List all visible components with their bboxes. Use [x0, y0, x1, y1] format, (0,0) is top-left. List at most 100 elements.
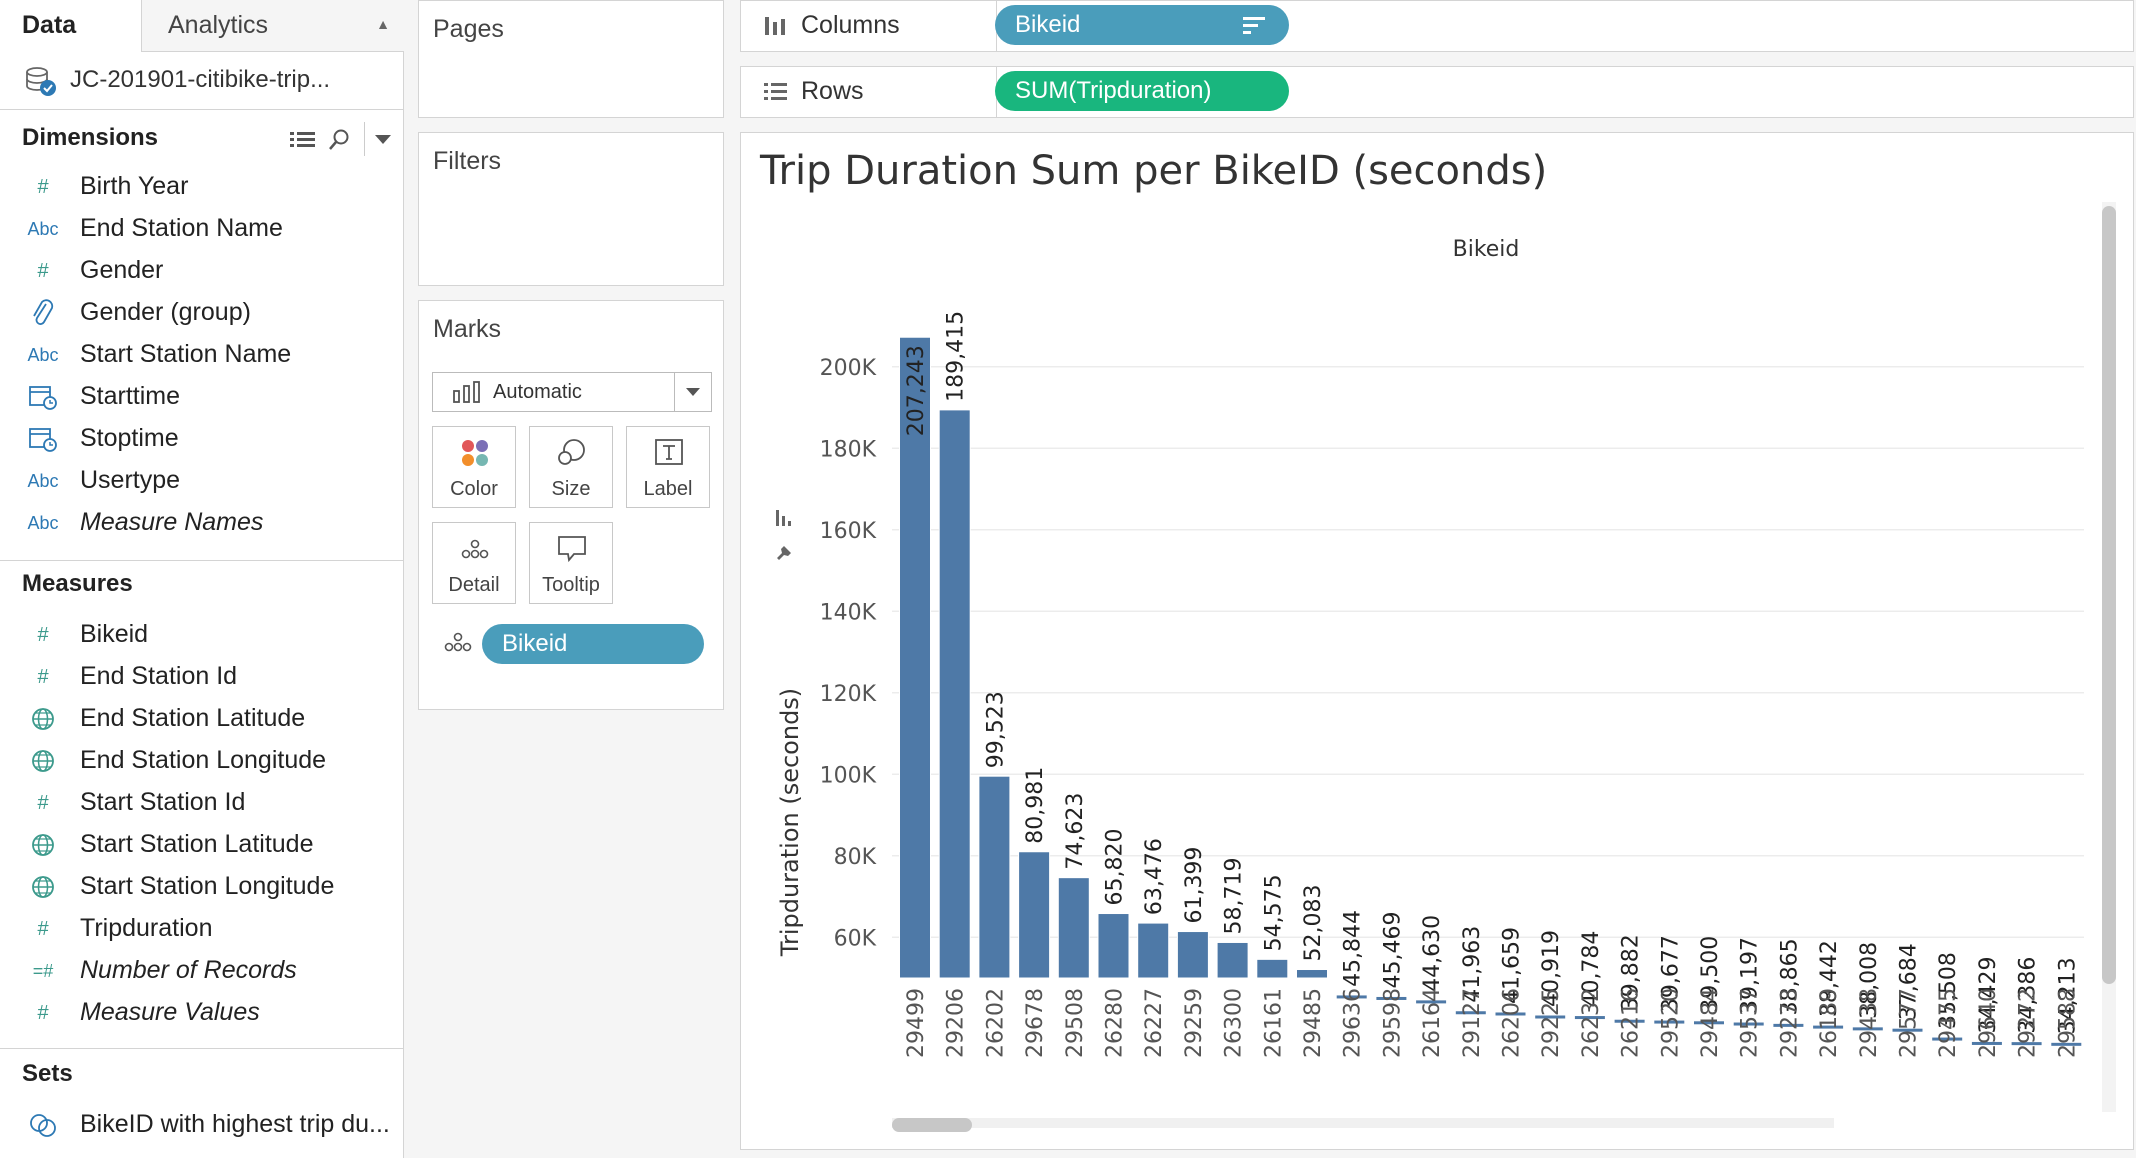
dimension-field[interactable]: Abc Measure Names [0, 502, 404, 544]
dimension-field[interactable]: Gender (group) [0, 292, 404, 334]
field-label: End Station Name [80, 214, 283, 242]
measure-field[interactable]: # End Station Id [0, 656, 404, 698]
size-icon [558, 439, 585, 465]
pages-card[interactable]: Pages [418, 0, 724, 118]
bar-chart-icon [453, 381, 480, 403]
rows-pill-sum-tripduration[interactable]: SUM(Tripduration) [995, 71, 1289, 111]
chart-title: Trip Duration Sum per BikeID (seconds) [759, 148, 1547, 194]
x-tick-label: 29636 [1341, 988, 1366, 1058]
data-label: 52,083 [1301, 885, 1326, 962]
y-tick-label: 60K [834, 926, 877, 951]
chart: Trip Duration Sum per BikeID (seconds) B… [759, 148, 2116, 1132]
vertical-scrollbar-thumb[interactable] [2102, 206, 2116, 984]
horizontal-scrollbar-thumb[interactable] [892, 1118, 972, 1132]
datasource-row[interactable]: JC-201901-citibike-trip... [0, 52, 404, 110]
tab-analytics[interactable]: Analytics ▲ [142, 0, 404, 52]
field-label: Gender [80, 256, 164, 284]
set-icon [30, 1114, 56, 1137]
bar[interactable] [1176, 931, 1209, 979]
field-label: Number of Records [80, 956, 297, 984]
measure-field[interactable]: # Bikeid [0, 614, 404, 656]
color-button[interactable]: Color [432, 426, 516, 508]
data-label: 63,476 [1142, 838, 1167, 915]
dimension-field[interactable]: Starttime [0, 376, 404, 418]
detail-button[interactable]: Detail [432, 522, 516, 604]
rows-shelf-label: Rows [751, 67, 997, 117]
string-icon: Abc [27, 513, 59, 533]
y-tick-label: 100K [820, 763, 877, 788]
measure-field[interactable]: Start Station Longitude [0, 866, 404, 908]
show-me-icon[interactable] [776, 510, 791, 526]
measure-field[interactable]: # Start Station Id [0, 782, 404, 824]
dimension-field[interactable]: Stoptime [0, 418, 404, 460]
bar[interactable] [1296, 969, 1328, 979]
pin-icon[interactable] [777, 546, 791, 560]
bar[interactable] [1097, 913, 1130, 979]
field-label: End Station Id [80, 662, 238, 690]
filters-card[interactable]: Filters [418, 132, 724, 286]
string-icon: Abc [27, 219, 59, 239]
search-icon[interactable] [328, 128, 350, 152]
datasource-icon [26, 67, 56, 96]
mark-type-label: Automatic [493, 381, 582, 403]
measure-field[interactable]: # Tripduration [0, 908, 404, 950]
bar[interactable] [938, 409, 971, 979]
x-tick-label: 29206 [944, 988, 969, 1058]
data-label: 65,820 [1103, 829, 1128, 906]
number-icon: # [37, 666, 49, 688]
x-tick-label: 29438 [1857, 988, 1882, 1058]
bar[interactable] [1216, 941, 1249, 979]
x-tick-label: 29225 [1539, 988, 1564, 1058]
data-label: 74,623 [1063, 793, 1088, 870]
bar[interactable] [1256, 958, 1289, 979]
x-tick-label: 29484 [1698, 988, 1723, 1058]
x-tick-label: 26232 [1579, 988, 1604, 1058]
sets-heading: Sets [22, 1060, 73, 1087]
rows-icon [764, 83, 787, 100]
mark-type-dropdown[interactable]: Automatic [432, 372, 712, 412]
header-divider [364, 122, 365, 156]
field-label: Tripduration [80, 914, 213, 942]
x-tick-label: 29640 [1976, 988, 2001, 1058]
bar[interactable] [978, 775, 1011, 979]
detail-pill-bikeid[interactable]: Bikeid [482, 624, 704, 664]
number-icon: # [37, 792, 49, 814]
label-button[interactable]: Label [626, 426, 710, 508]
dimension-field[interactable]: # Birth Year [0, 166, 404, 208]
bar[interactable] [1018, 851, 1051, 979]
columns-pill-label: Bikeid [1015, 11, 1081, 38]
x-tick-label: 29588 [2055, 988, 2080, 1058]
sort-descending-icon[interactable] [1243, 15, 1267, 35]
x-tick-label: 26161 [1261, 988, 1286, 1058]
field-label: Stoptime [80, 424, 179, 452]
field-label: BikeID with highest trip du... [80, 1110, 390, 1138]
measure-field[interactable]: # Measure Values [0, 992, 404, 1034]
measure-field[interactable]: Start Station Latitude [0, 824, 404, 866]
view-list-icon[interactable] [290, 130, 316, 150]
chevron-down-icon[interactable] [374, 134, 392, 146]
bar[interactable] [1137, 922, 1170, 979]
dimension-field[interactable]: Abc Usertype [0, 460, 404, 502]
data-label: 99,523 [983, 691, 1008, 768]
x-tick-label: 29475 [1936, 988, 1961, 1058]
columns-icon [765, 17, 785, 35]
columns-pill-bikeid[interactable]: Bikeid [995, 5, 1289, 45]
tooltip-button[interactable]: Tooltip [529, 522, 613, 604]
x-tick-label: 29273 [1777, 988, 1802, 1058]
set-field[interactable]: BikeID with highest trip du... [0, 1104, 404, 1146]
dimension-field[interactable]: # Gender [0, 250, 404, 292]
x-tick-label: 29499 [904, 988, 929, 1058]
tab-analytics-label: Analytics [168, 11, 269, 39]
measure-field[interactable]: End Station Longitude [0, 740, 404, 782]
globe-icon [32, 876, 54, 898]
size-button[interactable]: Size [529, 426, 613, 508]
bar[interactable] [1057, 877, 1090, 979]
measure-field[interactable]: End Station Latitude [0, 698, 404, 740]
tab-data[interactable]: Data [0, 0, 142, 52]
dimension-field[interactable]: Abc Start Station Name [0, 334, 404, 376]
x-tick-label: 29678 [1023, 988, 1048, 1058]
dimension-field[interactable]: Abc End Station Name [0, 208, 404, 250]
field-label: Measure Names [80, 508, 264, 536]
number-icon: # [37, 176, 49, 198]
measure-field[interactable]: =# Number of Records [0, 950, 404, 992]
